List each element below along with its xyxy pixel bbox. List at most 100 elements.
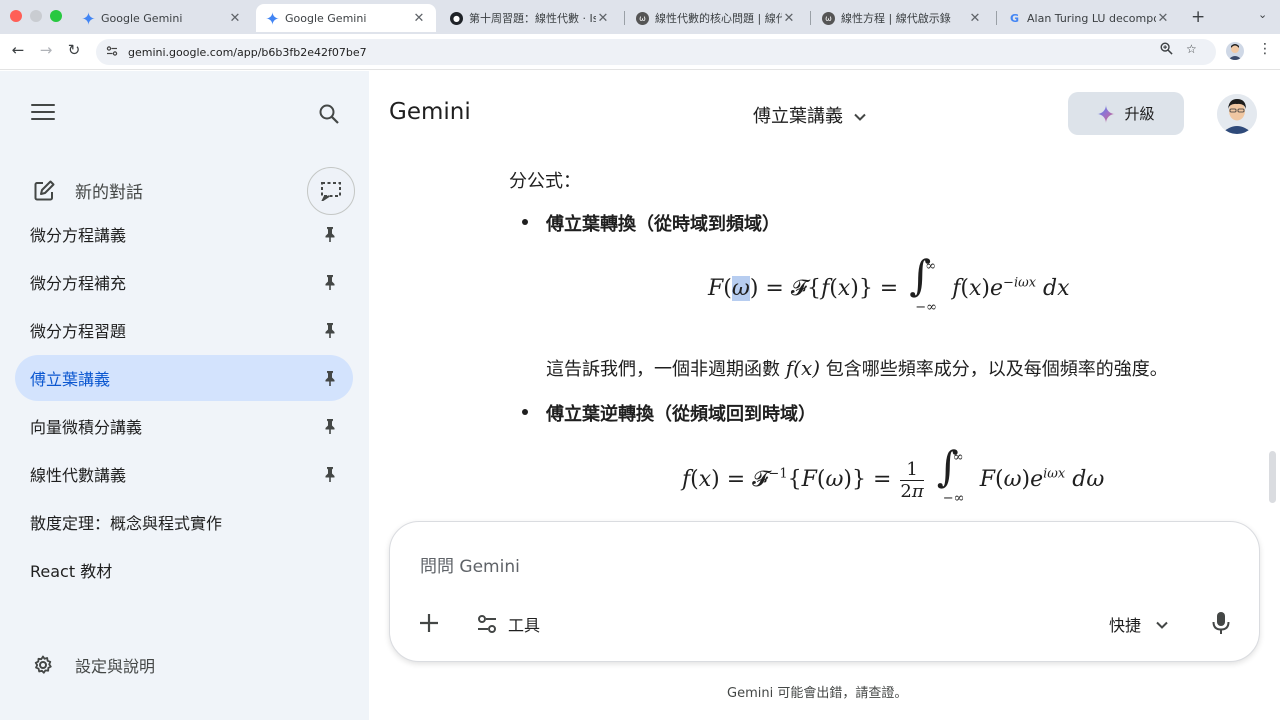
model-label: 快捷: [1109, 616, 1142, 635]
new-chat-button[interactable]: 新的對話: [33, 178, 143, 203]
pin-icon[interactable]: [321, 321, 339, 339]
sidebar-item-react[interactable]: React 教材: [15, 547, 353, 593]
tab-search-chevron-icon[interactable]: ⌄: [1258, 8, 1267, 21]
reload-icon[interactable]: ↻: [64, 41, 84, 59]
conversation-title-dropdown[interactable]: 傅立葉講義: [753, 102, 867, 128]
pin-icon[interactable]: [321, 465, 339, 483]
close-tab-icon[interactable]: ✕: [782, 11, 796, 26]
sidebar-item-label: 傅立葉講義: [30, 370, 111, 389]
sidebar-item-label: 散度定理：概念與程式實作: [30, 514, 223, 533]
gemini-spark-icon: [1097, 104, 1116, 123]
sidebar-item-diffeq-supplement[interactable]: 微分方程補充: [15, 259, 353, 305]
bullet-heading: 傅立葉逆轉換（從頻域回到時域）: [546, 404, 816, 425]
bullet-dot: [522, 219, 528, 225]
forward-arrow-icon[interactable]: →: [36, 41, 56, 59]
sidebar-item-divergence-theorem[interactable]: 散度定理：概念與程式實作: [15, 499, 353, 545]
pin-icon[interactable]: [321, 417, 339, 435]
tools-sliders-icon: [476, 613, 498, 635]
response-content: 分公式： 傅立葉轉換（從時域到頻域） F(ω) = 𝓕{f(x)} = ∫ ∞ …: [369, 150, 1280, 522]
edit-icon: [33, 180, 55, 202]
pin-icon[interactable]: [321, 273, 339, 291]
add-attachment-icon[interactable]: [418, 612, 440, 634]
sidebar-item-diffeq-exercises[interactable]: 微分方程習題: [15, 307, 353, 353]
explanation-paragraph: 這告訴我們，一個非週期函數 f(x) 包含哪些頻率成分，以及每個頻率的強度。: [546, 355, 1168, 381]
tools-button[interactable]: 工具: [476, 612, 540, 636]
site-info-icon[interactable]: [106, 45, 120, 60]
tab-title: Google Gemini: [101, 11, 183, 25]
sidebar-item-linear-algebra[interactable]: 線性代數講義: [15, 451, 353, 497]
sidebar-item-label: 微分方程補充: [30, 274, 127, 293]
bookmark-star-icon[interactable]: ☆: [1186, 42, 1197, 56]
explanation-text: 包含哪些頻率成分，以及每個頻率的強度。: [820, 359, 1168, 380]
browser-tab[interactable]: Google Gemini ✕: [72, 4, 252, 32]
disclaimer-text: Gemini 可能會出錯，請查證。: [727, 686, 908, 701]
url-text: gemini.google.com/app/b6b3fb2e42f07be7: [128, 45, 367, 59]
model-selector[interactable]: 快捷: [1109, 612, 1169, 636]
temporary-chat-button[interactable]: [307, 167, 355, 215]
tab-separator: [810, 11, 811, 25]
search-icon[interactable]: [318, 103, 340, 125]
sidebar-item-label: React 教材: [30, 562, 113, 581]
browser-tab[interactable]: G Alan Turing LU decompositio ✕: [998, 4, 1180, 32]
zoom-window-button[interactable]: [50, 10, 62, 22]
browser-tab-bar: Google Gemini ✕ Google Gemini ✕ ● 第十周習題：…: [0, 0, 1280, 34]
browser-tab[interactable]: ● 第十周習題：線性代數 · Issue ✕: [440, 4, 620, 32]
tab-title: 線性代數的核心問題 | 線代啟示: [655, 12, 782, 25]
close-tab-icon[interactable]: ✕: [1156, 11, 1170, 26]
pin-icon[interactable]: [321, 369, 339, 387]
browser-tab[interactable]: ω 線性代數的核心問題 | 線代啟示 ✕: [626, 4, 806, 32]
inline-math: f(x): [785, 356, 821, 380]
pin-icon[interactable]: [321, 225, 339, 243]
close-tab-icon[interactable]: ✕: [596, 11, 610, 26]
tab-title: Google Gemini: [285, 11, 367, 25]
upgrade-button[interactable]: 升級: [1068, 92, 1184, 135]
microphone-icon[interactable]: [1211, 611, 1231, 635]
google-icon: G: [1009, 11, 1020, 25]
browser-menu-icon[interactable]: ⋮: [1258, 41, 1272, 57]
menu-icon[interactable]: [31, 104, 55, 122]
prompt-input-box[interactable]: 問問 Gemini 工具 快捷: [389, 521, 1260, 662]
tools-label: 工具: [508, 616, 541, 635]
sidebar-item-label: 微分方程講義: [30, 226, 127, 245]
upgrade-label: 升級: [1124, 105, 1155, 123]
close-tab-icon[interactable]: ✕: [968, 11, 982, 26]
back-arrow-icon[interactable]: ←: [8, 41, 28, 59]
temporary-chat-icon: [321, 182, 341, 201]
minimize-window-button[interactable]: [30, 10, 42, 22]
chevron-down-icon: [1155, 617, 1169, 631]
paragraph-text: 分公式：: [509, 171, 581, 192]
close-tab-icon[interactable]: ✕: [228, 11, 242, 26]
explanation-text: 這告訴我們，一個非週期函數: [546, 359, 786, 380]
tab-title: Alan Turing LU decompositio: [1027, 11, 1156, 25]
bullet-dot: [522, 409, 528, 415]
sidebar-item-fourier-notes[interactable]: 傅立葉講義: [15, 355, 353, 401]
sidebar-item-label: 線性代數講義: [30, 466, 127, 485]
browser-tab[interactable]: ω 線性方程 | 線代啟示錄 ✕: [812, 4, 992, 32]
chevron-down-icon: [853, 108, 867, 122]
zoom-icon[interactable]: [1160, 42, 1173, 58]
scrollbar-thumb[interactable]: [1269, 451, 1276, 503]
browser-profile-avatar[interactable]: [1226, 42, 1244, 60]
tab-title: 第十周習題：線性代數 · Issue: [469, 12, 596, 25]
gemini-icon: [82, 11, 95, 25]
sidebar-item-vector-calculus[interactable]: 向量微積分講義: [15, 403, 353, 449]
text-selection-highlight: ω: [731, 276, 750, 301]
tab-separator: [624, 11, 625, 25]
close-window-button[interactable]: [10, 10, 22, 22]
user-avatar[interactable]: [1217, 94, 1257, 134]
sidebar: 新的對話 微分方程講義 微分方程補充 微分方程習題 傅立葉講義 向量微積分講義 …: [0, 71, 369, 720]
close-tab-icon[interactable]: ✕: [412, 11, 426, 26]
settings-label: 設定與說明: [75, 657, 156, 676]
conversation-title: 傅立葉講義: [753, 106, 843, 127]
settings-help-button[interactable]: 設定與說明: [33, 653, 155, 677]
new-chat-label: 新的對話: [75, 183, 143, 203]
address-bar[interactable]: gemini.google.com/app/b6b3fb2e42f07be7: [96, 39, 1216, 65]
sidebar-item-diffeq-notes[interactable]: 微分方程講義: [15, 211, 353, 257]
site-icon: ω: [822, 11, 835, 25]
new-tab-icon[interactable]: +: [1191, 7, 1205, 27]
browser-tab-active[interactable]: Google Gemini ✕: [256, 4, 436, 32]
prompt-placeholder[interactable]: 問問 Gemini: [420, 552, 520, 577]
formula-inverse-fourier-transform: f(x) = 𝓕−1{F(ω)} = 1 2π ∫ ∞ −∞ F(ω)eiωx …: [682, 442, 1105, 507]
bullet-heading: 傅立葉轉換（從時域到頻域）: [546, 214, 780, 235]
gemini-brand[interactable]: Gemini: [389, 99, 471, 125]
